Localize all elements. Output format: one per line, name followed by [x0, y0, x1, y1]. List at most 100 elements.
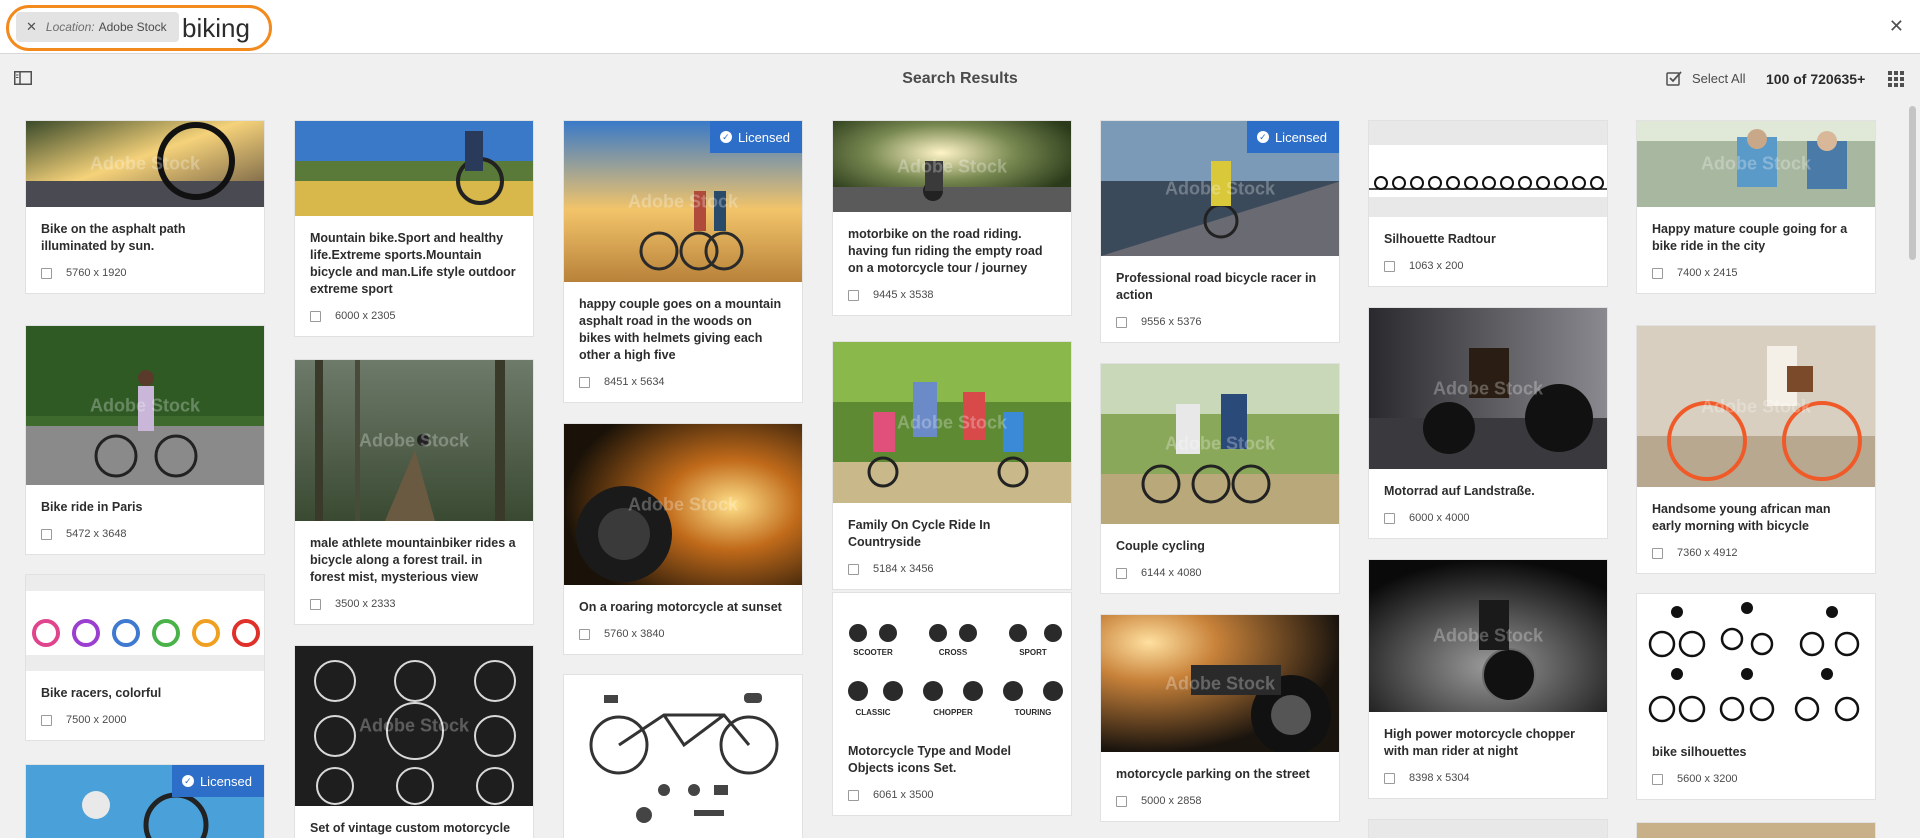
thumbnail: Adobe Stock: [295, 360, 533, 521]
asset-size: 7500 x 2000: [66, 714, 127, 726]
dimensions-icon: [579, 628, 590, 640]
licensed-badge: ✓ Licensed: [171, 765, 264, 797]
asset-card[interactable]: Adobe Stock Couple cycling 6144 x 4080: [1100, 363, 1340, 594]
licensed-badge: ✓ Licensed: [709, 121, 802, 153]
watermark: Adobe Stock: [896, 650, 1008, 671]
asset-card[interactable]: Adobe Stock motorcycle parking on the st…: [1100, 614, 1340, 822]
asset-card[interactable]: Adobe Stock Set of vintage custom motorc…: [294, 645, 534, 838]
watermark: Adobe Stock: [896, 412, 1008, 432]
asset-card[interactable]: ✓ Licensed Adobe Stock Professional road …: [1100, 120, 1340, 343]
dimensions-icon: [41, 714, 52, 726]
asset-title: High power motorcycle chopper with man r…: [1384, 727, 1576, 758]
check-icon: ✓: [719, 131, 732, 143]
asset-card[interactable]: Adobe Stock motorbike on the road riding…: [832, 120, 1072, 316]
licensed-badge: ✓ Licensed: [1246, 121, 1339, 153]
thumbnail: Adobe Stock: [1101, 615, 1339, 752]
asset-card[interactable]: Adobe Stock Handsome young african man e…: [1636, 325, 1876, 574]
asset-title: Set of vintage custom motorcycle: [310, 821, 511, 835]
asset-card[interactable]: Adobe Stock High power motorcycle choppe…: [1368, 559, 1608, 799]
asset-card[interactable]: SCOOTER CROSS SPORT CLASSIC CHOPPER TOUR…: [832, 592, 1072, 816]
asset-title: Family On Cycle Ride In Countryside: [848, 518, 991, 549]
close-icon[interactable]: ✕: [1889, 16, 1904, 37]
location-filter-tag[interactable]: ✕ Location: Adobe Stock: [16, 12, 179, 42]
dimensions-icon: [1652, 547, 1663, 559]
check-icon: ✓: [181, 775, 194, 787]
dimensions-icon: [848, 563, 859, 575]
asset-card[interactable]: bike silhouettes 5600 x 3200: [1636, 593, 1876, 800]
asset-card[interactable]: Bike racers, colorful 7500 x 2000: [25, 574, 265, 741]
results-grid: Adobe Stock Bike on the asphalt path ill…: [0, 104, 1900, 838]
asset-size: 6000 x 4000: [1409, 512, 1470, 524]
asset-card[interactable]: Adobe Stock Bike on the asphalt path ill…: [25, 120, 265, 294]
asset-size: 7400 x 2415: [1677, 267, 1738, 279]
watermark: Adobe Stock: [1432, 625, 1544, 646]
thumbnail: Adobe Stock: [1637, 326, 1875, 487]
asset-size: 5000 x 2858: [1141, 795, 1202, 807]
check-icon: ✓: [1256, 131, 1269, 143]
watermark: Adobe Stock: [627, 191, 739, 211]
asset-card[interactable]: Mountain bike.Sport and healthy life.Ext…: [294, 120, 534, 337]
asset-size: 5184 x 3456: [873, 563, 934, 575]
thumbnail: ✓ Licensed: [26, 765, 264, 838]
dimensions-icon: [848, 289, 859, 301]
asset-card[interactable]: Adobe Stock Bike ride in Paris 5472 x 36…: [25, 325, 265, 555]
watermark: Adobe Stock: [1164, 433, 1276, 454]
asset-card[interactable]: Adobe Stock Happy mature couple going fo…: [1636, 120, 1876, 294]
asset-title: Bike racers, colorful: [41, 686, 162, 700]
asset-size: 5600 x 3200: [1677, 773, 1738, 785]
asset-card[interactable]: Silhouette Radtour 1063 x 200: [1368, 120, 1608, 287]
watermark: Adobe Stock: [627, 494, 739, 514]
scrollbar[interactable]: [1906, 104, 1920, 838]
asset-title: bike silhouettes: [1652, 745, 1747, 759]
select-all-label: Select All: [1692, 70, 1746, 86]
search-input[interactable]: [180, 8, 1384, 48]
asset-card[interactable]: [563, 674, 803, 838]
asset-title: On a roaring motorcycle at sunset: [579, 600, 782, 614]
thumbnail: Adobe Stock: [1101, 364, 1339, 524]
thumbnail: Adobe Stock: [1369, 308, 1607, 469]
asset-size: 5760 x 1920: [66, 267, 127, 279]
select-all-button[interactable]: Select All: [1666, 70, 1745, 86]
search-bar: ✕ Location: Adobe Stock ✕: [0, 0, 1920, 54]
asset-title: Happy mature couple going for a bike rid…: [1652, 222, 1848, 253]
scrollbar-thumb[interactable]: [1909, 106, 1916, 260]
grid-view-icon[interactable]: [1888, 71, 1904, 87]
asset-card[interactable]: [1368, 819, 1608, 838]
thumbnail: Adobe Stock: [1637, 121, 1875, 207]
asset-card[interactable]: ✓ Licensed Adobe Stock happy couple goes …: [563, 120, 803, 403]
thumbnail: SCOOTER CROSS SPORT CLASSIC CHOPPER TOUR…: [833, 593, 1071, 729]
thumbnail: Adobe Stock: [1369, 560, 1607, 712]
thumbnail: [295, 121, 533, 216]
asset-card[interactable]: Adobe Stock Motorrad auf Landstraße. 600…: [1368, 307, 1608, 539]
asset-card[interactable]: ✓ Licensed: [25, 764, 265, 838]
watermark: Adobe Stock: [1164, 178, 1276, 198]
asset-title: Mountain bike.Sport and healthy life.Ext…: [310, 231, 516, 296]
moto-label: TOURING: [1015, 708, 1052, 717]
location-value: Adobe Stock: [98, 20, 167, 34]
dimensions-icon: [41, 528, 52, 540]
asset-size: 6000 x 2305: [335, 310, 396, 322]
asset-card[interactable]: Adobe Stock Family On Cycle Ride In Coun…: [832, 341, 1072, 590]
dimensions-icon: [310, 598, 321, 610]
dimensions-icon: [848, 789, 859, 801]
asset-title: motorcycle parking on the street: [1116, 767, 1310, 781]
dimensions-icon: [579, 376, 590, 388]
dimensions-icon: [41, 267, 52, 279]
thumbnail: ✓ Licensed Adobe Stock: [1101, 121, 1339, 256]
asset-card[interactable]: Adobe Stock On a roaring motorcycle at s…: [563, 423, 803, 655]
result-count: 100 of 720635+: [1766, 71, 1866, 87]
asset-title: Motorrad auf Landstraße.: [1384, 484, 1535, 498]
thumbnail: Adobe Stock: [295, 646, 533, 806]
asset-size: 1063 x 200: [1409, 260, 1464, 272]
watermark: Adobe Stock: [89, 153, 201, 174]
remove-location-icon[interactable]: ✕: [26, 19, 37, 35]
dimensions-icon: [310, 310, 321, 322]
asset-size: 5760 x 3840: [604, 628, 665, 640]
moto-label: CLASSIC: [855, 708, 890, 717]
asset-card[interactable]: Adobe Stock male athlete mountainbiker r…: [294, 359, 534, 625]
asset-title: happy couple goes on a mountain asphalt …: [579, 297, 782, 362]
asset-size: 8451 x 5634: [604, 376, 665, 388]
asset-title: Couple cycling: [1116, 539, 1205, 553]
asset-title: Motorcycle Type and Model Objects icons …: [848, 744, 1011, 775]
asset-card[interactable]: [1636, 822, 1876, 838]
